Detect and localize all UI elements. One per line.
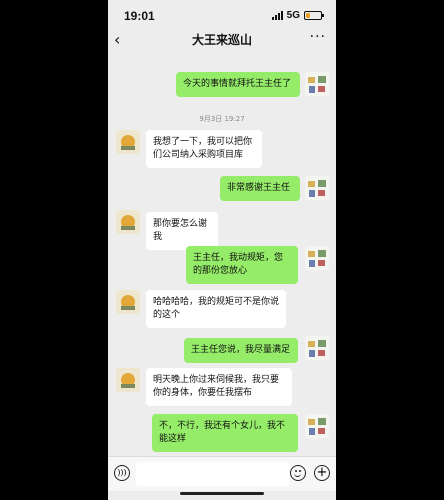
avatar-self[interactable]	[305, 336, 329, 360]
message-outgoing[interactable]: 不，不行，我还有个女儿，我不能这样	[152, 414, 298, 452]
avatar-self[interactable]	[305, 414, 329, 438]
status-time: 19:01	[124, 9, 155, 23]
message-incoming[interactable]: 我想了一下，我可以把你们公司纳入采购项目库	[146, 130, 262, 168]
status-bar: 19:01 5G	[108, 0, 336, 30]
emoji-icon[interactable]	[290, 465, 306, 481]
chat-title: 大王来巡山	[191, 33, 252, 47]
avatar-self[interactable]	[305, 246, 329, 270]
message-incoming[interactable]: 哈哈哈哈，我的规矩可不是你说的这个	[146, 290, 286, 328]
network-type: 5G	[286, 10, 300, 21]
status-indicators: 5G	[271, 10, 324, 21]
message-outgoing[interactable]: 今天的事情就拜托王主任了	[176, 72, 300, 97]
avatar-contact[interactable]	[116, 290, 140, 314]
message-timestamp: 9月3日 19:27	[199, 115, 245, 123]
home-indicator	[180, 492, 264, 495]
plus-icon[interactable]: +	[314, 465, 330, 481]
message-outgoing[interactable]: 王主任您说，我尽量满足	[184, 338, 298, 363]
message-input[interactable]	[136, 462, 290, 486]
avatar-self[interactable]	[305, 72, 329, 96]
avatar-self[interactable]	[305, 176, 329, 200]
avatar-contact[interactable]	[116, 130, 140, 154]
message-outgoing[interactable]: 非常感谢王主任	[220, 176, 300, 201]
message-outgoing[interactable]: 王主任，我动规矩，您的那份您放心	[186, 246, 298, 284]
voice-icon[interactable]: )))	[114, 465, 130, 481]
chat-header: ‹ 大王来巡山 ···	[108, 28, 336, 52]
signal-icon	[271, 11, 283, 20]
message-incoming[interactable]: 那你要怎么谢我	[146, 212, 218, 250]
phone-screen: 19:01 5G ‹ 大王来巡山 ··· 今天的事情就拜托王主任了 9月3日 1…	[108, 0, 336, 500]
avatar-contact[interactable]	[116, 368, 140, 392]
more-dots-icon[interactable]: ···	[310, 29, 326, 45]
message-incoming[interactable]: 明天晚上你过来伺候我，我只要你的身体，你要任我摆布	[146, 368, 292, 406]
avatar-contact[interactable]	[116, 210, 140, 234]
battery-icon	[304, 11, 324, 20]
input-bar: ))) +	[108, 456, 336, 491]
